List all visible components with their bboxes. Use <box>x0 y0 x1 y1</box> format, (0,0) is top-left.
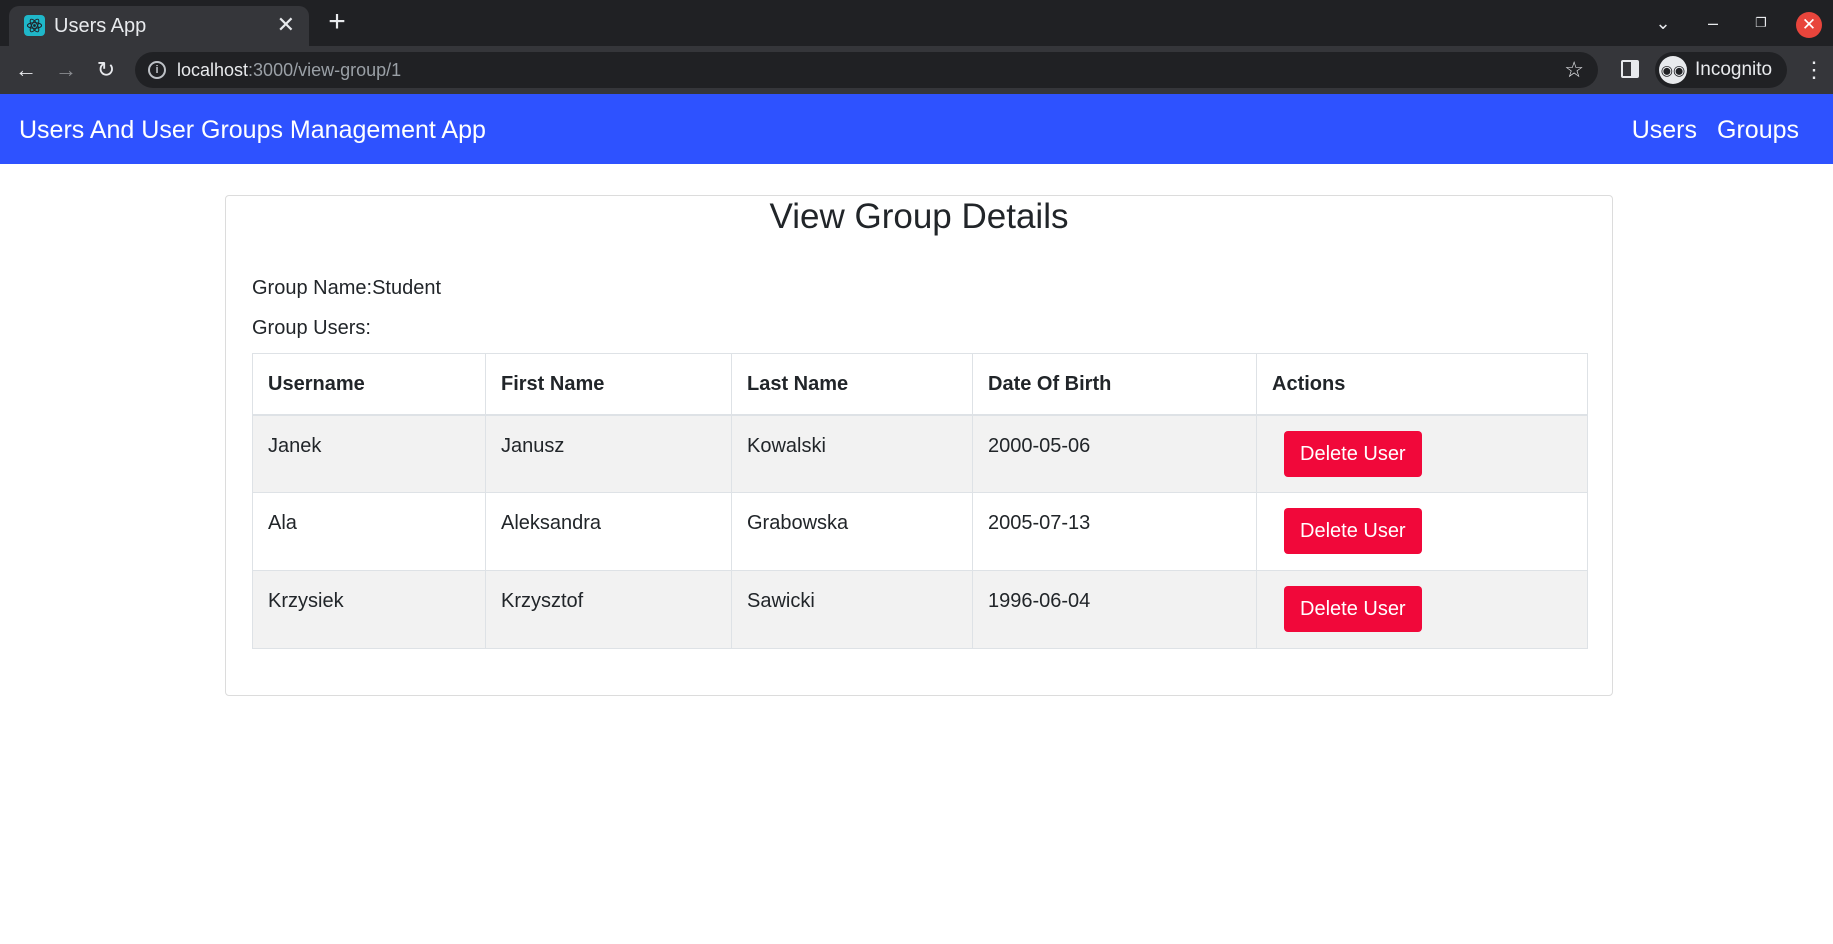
table-header-row: Username First Name Last Name Date Of Bi… <box>252 353 1588 416</box>
cell-date-of-birth: 2005-07-13 <box>972 492 1257 571</box>
tab-title: Users App <box>54 15 147 37</box>
cell-username: Ala <box>252 492 486 571</box>
cell-first-name: Janusz <box>485 414 732 493</box>
delete-user-button[interactable]: Delete User <box>1284 508 1422 554</box>
window-close-icon[interactable]: ✕ <box>1796 12 1822 38</box>
cell-date-of-birth: 2000-05-06 <box>972 414 1257 493</box>
url-host: localhost <box>177 60 249 80</box>
column-header-username: Username <box>252 353 486 416</box>
kebab-menu-icon[interactable]: ⋮ <box>1803 56 1825 84</box>
browser-tab-strip: Users App ✕ + ⌄ – ❐ ✕ <box>0 0 1833 46</box>
group-name: Group Name:Student <box>252 276 441 300</box>
delete-user-button[interactable]: Delete User <box>1284 586 1422 632</box>
incognito-icon: ◉◉ <box>1659 56 1687 84</box>
nav-link-users[interactable]: Users <box>1632 115 1697 145</box>
nav-link-groups[interactable]: Groups <box>1717 115 1799 145</box>
restore-icon[interactable]: ❐ <box>1748 10 1774 36</box>
table-row: Janek Janusz Kowalski 2000-05-06 Delete … <box>252 414 1588 493</box>
star-icon[interactable]: ☆ <box>1564 57 1584 83</box>
minimize-icon[interactable]: – <box>1700 10 1726 36</box>
group-users-table: Username First Name Last Name Date Of Bi… <box>252 353 1588 649</box>
cell-first-name: Aleksandra <box>485 492 732 571</box>
url-path: :3000/view-group/1 <box>248 60 402 80</box>
tab-close-icon[interactable]: ✕ <box>277 13 295 37</box>
nav-links: Users Groups <box>1632 115 1799 145</box>
react-icon <box>24 15 45 36</box>
group-users-label: Group Users: <box>252 317 371 339</box>
app-navbar: Users And User Groups Management App Use… <box>0 94 1833 164</box>
reload-icon[interactable]: ↻ <box>92 56 120 84</box>
browser-tab[interactable]: Users App ✕ <box>9 6 309 46</box>
cell-last-name: Sawicki <box>731 570 973 649</box>
cell-username: Krzysiek <box>252 570 486 649</box>
delete-user-button[interactable]: Delete User <box>1284 430 1422 477</box>
column-header-actions: Actions <box>1256 353 1588 416</box>
info-icon[interactable]: i <box>148 61 166 79</box>
page-title: View Group Details <box>769 197 1069 236</box>
cell-actions: Delete User <box>1256 414 1588 493</box>
back-arrow-icon[interactable]: ← <box>12 56 40 84</box>
cell-actions: Delete User <box>1256 492 1588 571</box>
incognito-label: Incognito <box>1695 59 1773 80</box>
address-bar[interactable]: i localhost:3000/view-group/1 ☆ <box>135 52 1598 88</box>
url-text[interactable]: localhost:3000/view-group/1 <box>177 60 401 80</box>
incognito-profile-button[interactable]: ◉◉ Incognito <box>1655 52 1787 88</box>
tab-search-chevron-icon[interactable]: ⌄ <box>1650 10 1676 36</box>
cell-actions: Delete User <box>1256 570 1588 649</box>
group-name-value: Student <box>372 277 442 299</box>
cell-date-of-birth: 1996-06-04 <box>972 570 1257 649</box>
browser-toolbar: ← → ↻ i localhost:3000/view-group/1 ☆ ◉◉… <box>0 46 1833 94</box>
table-row: Ala Aleksandra Grabowska 2005-07-13 Dele… <box>252 492 1588 571</box>
new-tab-icon[interactable]: + <box>322 7 352 38</box>
side-panel-icon[interactable] <box>1621 60 1639 78</box>
cell-last-name: Grabowska <box>731 492 973 571</box>
column-header-date-of-birth: Date Of Birth <box>972 353 1257 416</box>
table-row: Krzysiek Krzysztof Sawicki 1996-06-04 De… <box>252 570 1588 649</box>
group-name-label: Group Name: <box>252 277 373 299</box>
cell-last-name: Kowalski <box>731 414 973 493</box>
app-brand[interactable]: Users And User Groups Management App <box>19 115 486 145</box>
cell-username: Janek <box>252 414 486 493</box>
column-header-first-name: First Name <box>485 353 732 416</box>
column-header-last-name: Last Name <box>731 353 973 416</box>
cell-first-name: Krzysztof <box>485 570 732 649</box>
group-details-card: View Group Details Group Name:Student Gr… <box>225 195 1613 696</box>
forward-arrow-icon[interactable]: → <box>52 56 80 84</box>
